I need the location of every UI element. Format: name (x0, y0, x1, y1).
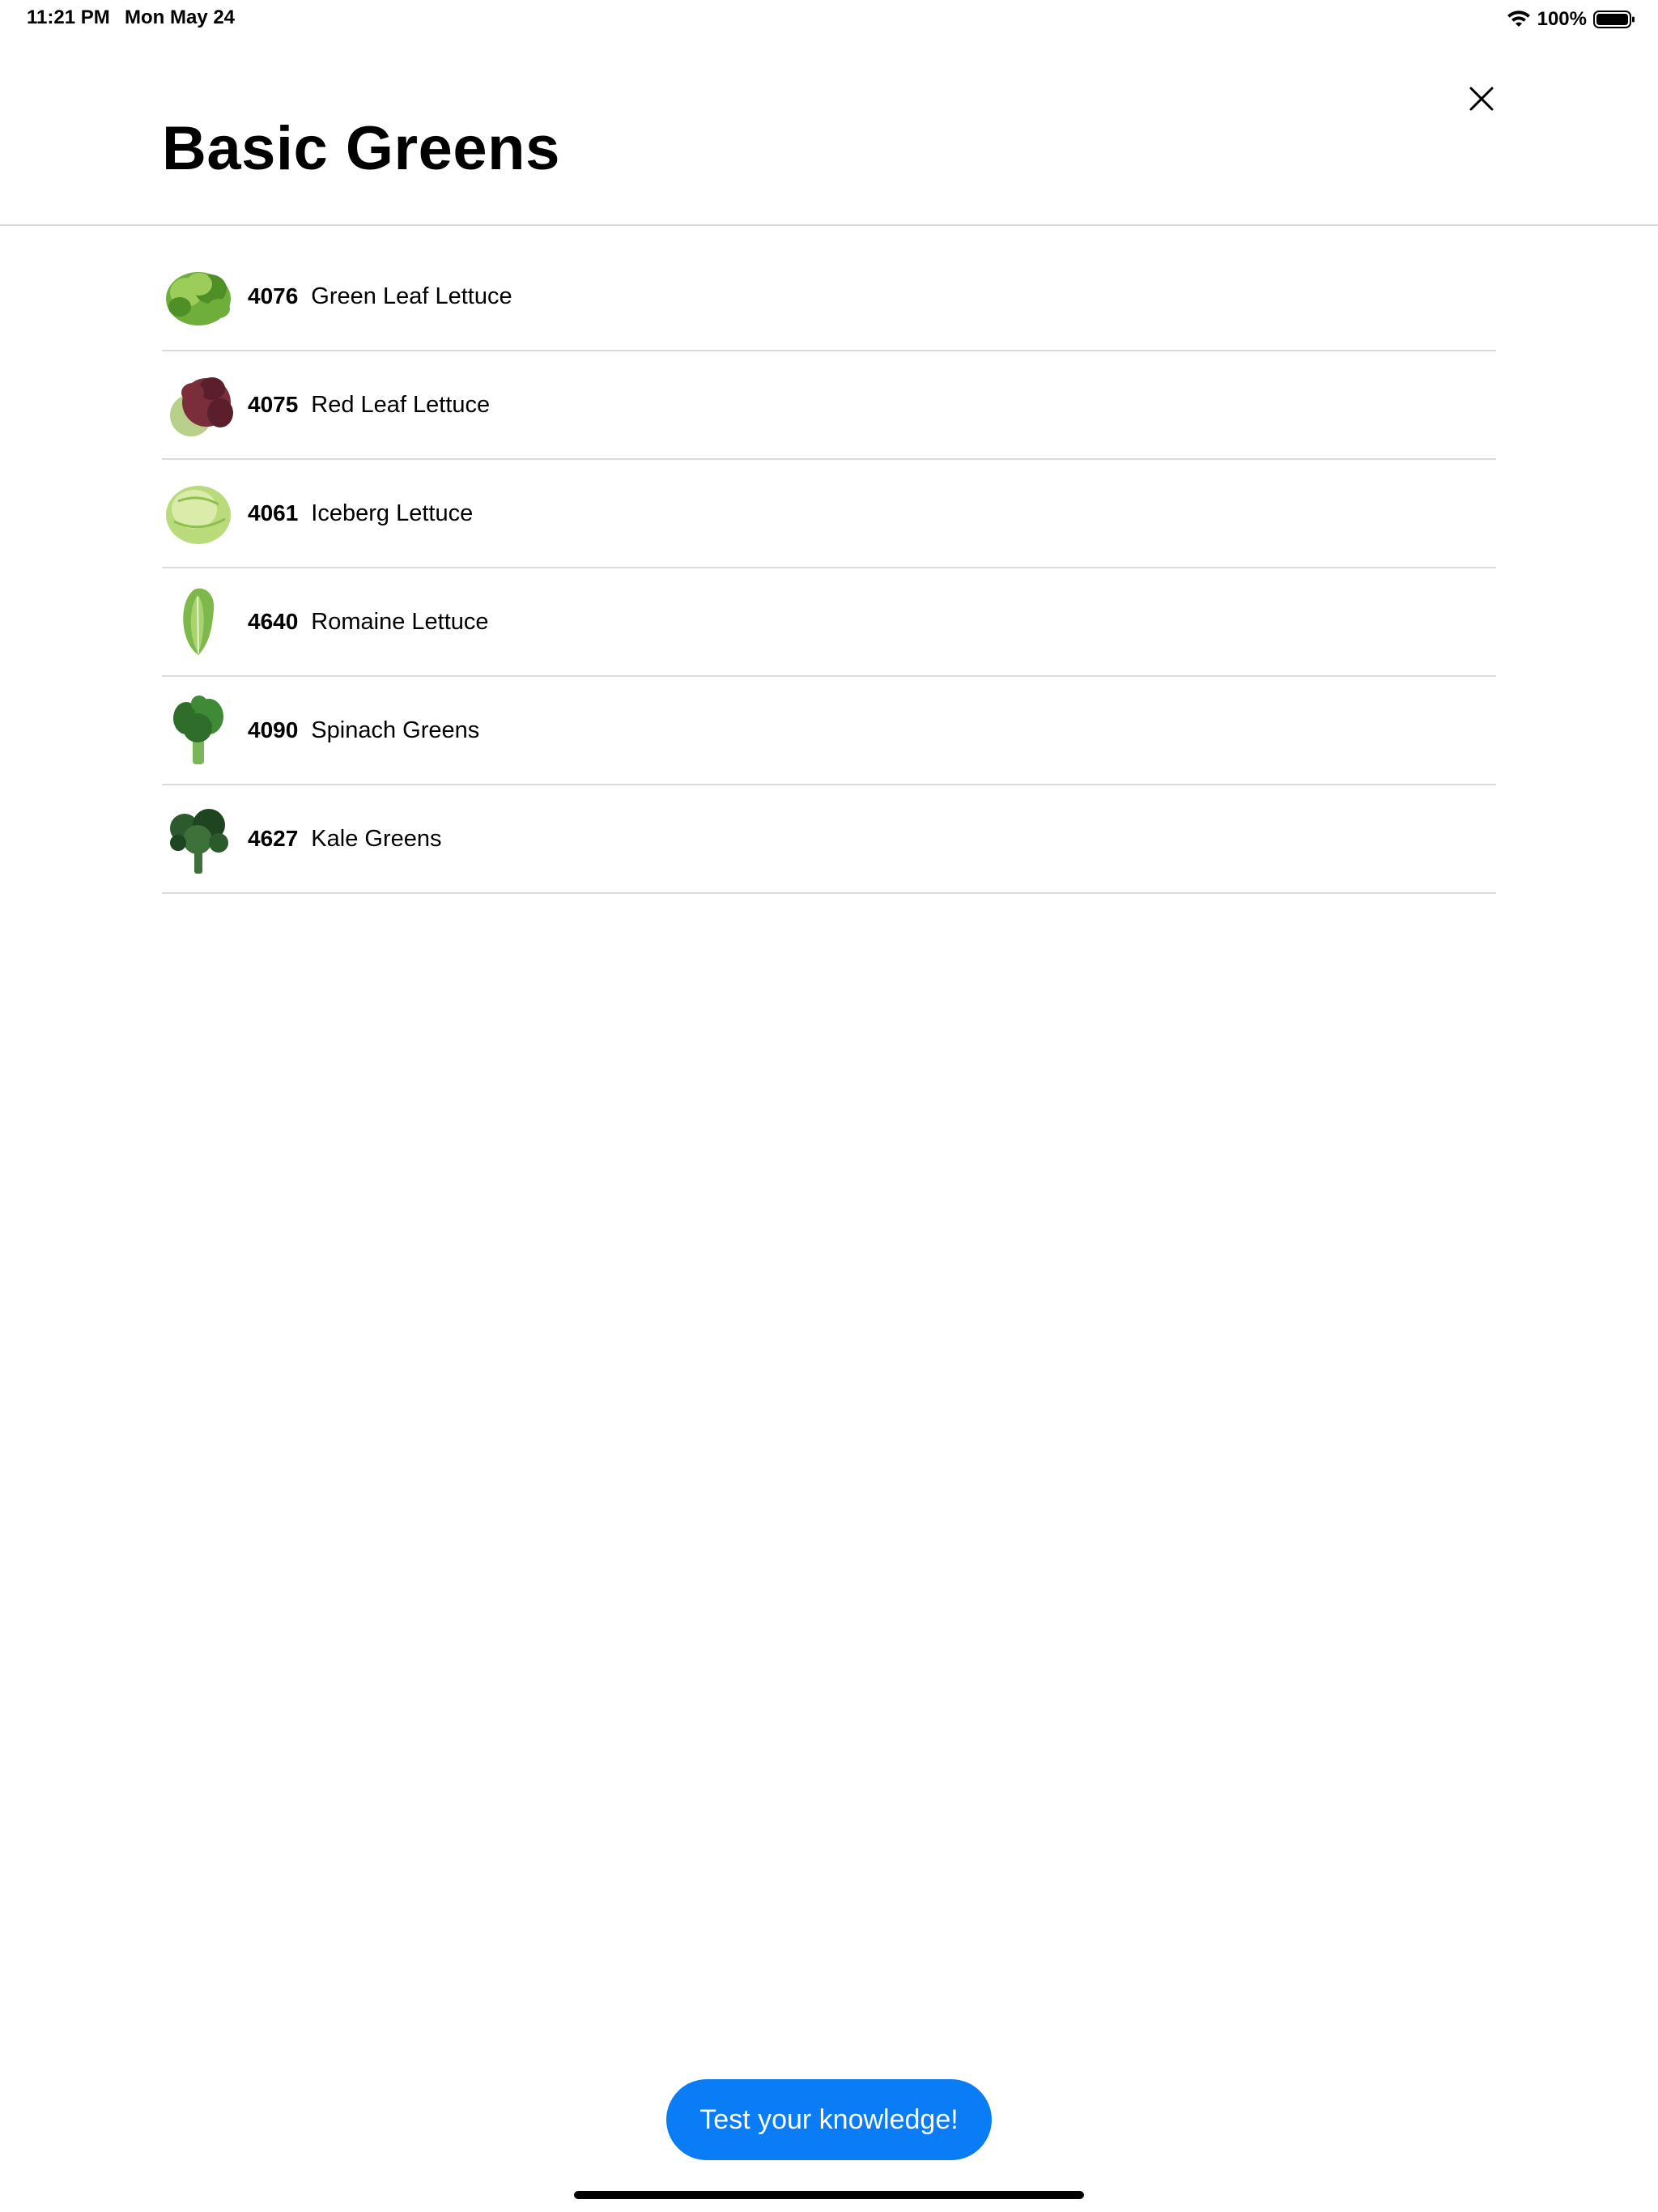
item-name: Green Leaf Lettuce (311, 283, 512, 309)
item-name: Red Leaf Lettuce (311, 391, 491, 418)
item-name: Kale Greens (311, 825, 442, 852)
spinach-image (173, 696, 223, 764)
header: Basic Greens (0, 39, 1658, 226)
list-item[interactable]: 4075 Red Leaf Lettuce (162, 351, 1496, 460)
plu-code: 4627 (248, 826, 299, 851)
kale-image (170, 809, 228, 874)
item-name: Iceberg Lettuce (311, 500, 474, 526)
list-item[interactable]: 4627 Kale Greens (162, 785, 1496, 894)
page-title: Basic Greens (162, 114, 560, 183)
list-item[interactable]: 4090 Spinach Greens (162, 677, 1496, 785)
close-button[interactable] (1464, 81, 1499, 117)
romaine-lettuce-image (183, 588, 215, 655)
item-name: Spinach Greens (311, 717, 480, 743)
greens-list: 4076 Green Leaf Lettuce 4075 Red Leaf Le… (162, 243, 1496, 894)
status-date: Mon May 24 (125, 6, 236, 28)
red-leaf-lettuce-image (170, 377, 233, 436)
list-item[interactable]: 4640 Romaine Lettuce (162, 568, 1496, 677)
list-item[interactable]: 4076 Green Leaf Lettuce (162, 243, 1496, 351)
iceberg-lettuce-image (166, 486, 231, 544)
plu-code: 4061 (248, 500, 299, 525)
wifi-icon (1507, 11, 1530, 27)
plu-code: 4076 (248, 283, 299, 308)
status-bar: 11:21 PM Mon May 24 100% (0, 0, 1658, 39)
battery-full-icon (1593, 11, 1635, 28)
close-icon[interactable] (1464, 81, 1499, 117)
plu-code: 4075 (248, 392, 299, 417)
status-indicators: 100% (1507, 6, 1635, 32)
status-time: 11:21 PM (27, 6, 110, 28)
green-leaf-lettuce-image (166, 272, 231, 325)
plu-code: 4090 (248, 717, 299, 742)
test-knowledge-button[interactable]: Test your knowledge! (666, 2079, 992, 2160)
item-name: Romaine Lettuce (311, 608, 489, 635)
list-item[interactable]: 4061 Iceberg Lettuce (162, 460, 1496, 568)
plu-code: 4640 (248, 609, 299, 634)
home-indicator[interactable] (574, 2191, 1084, 2199)
battery-percentage: 100% (1537, 8, 1587, 30)
